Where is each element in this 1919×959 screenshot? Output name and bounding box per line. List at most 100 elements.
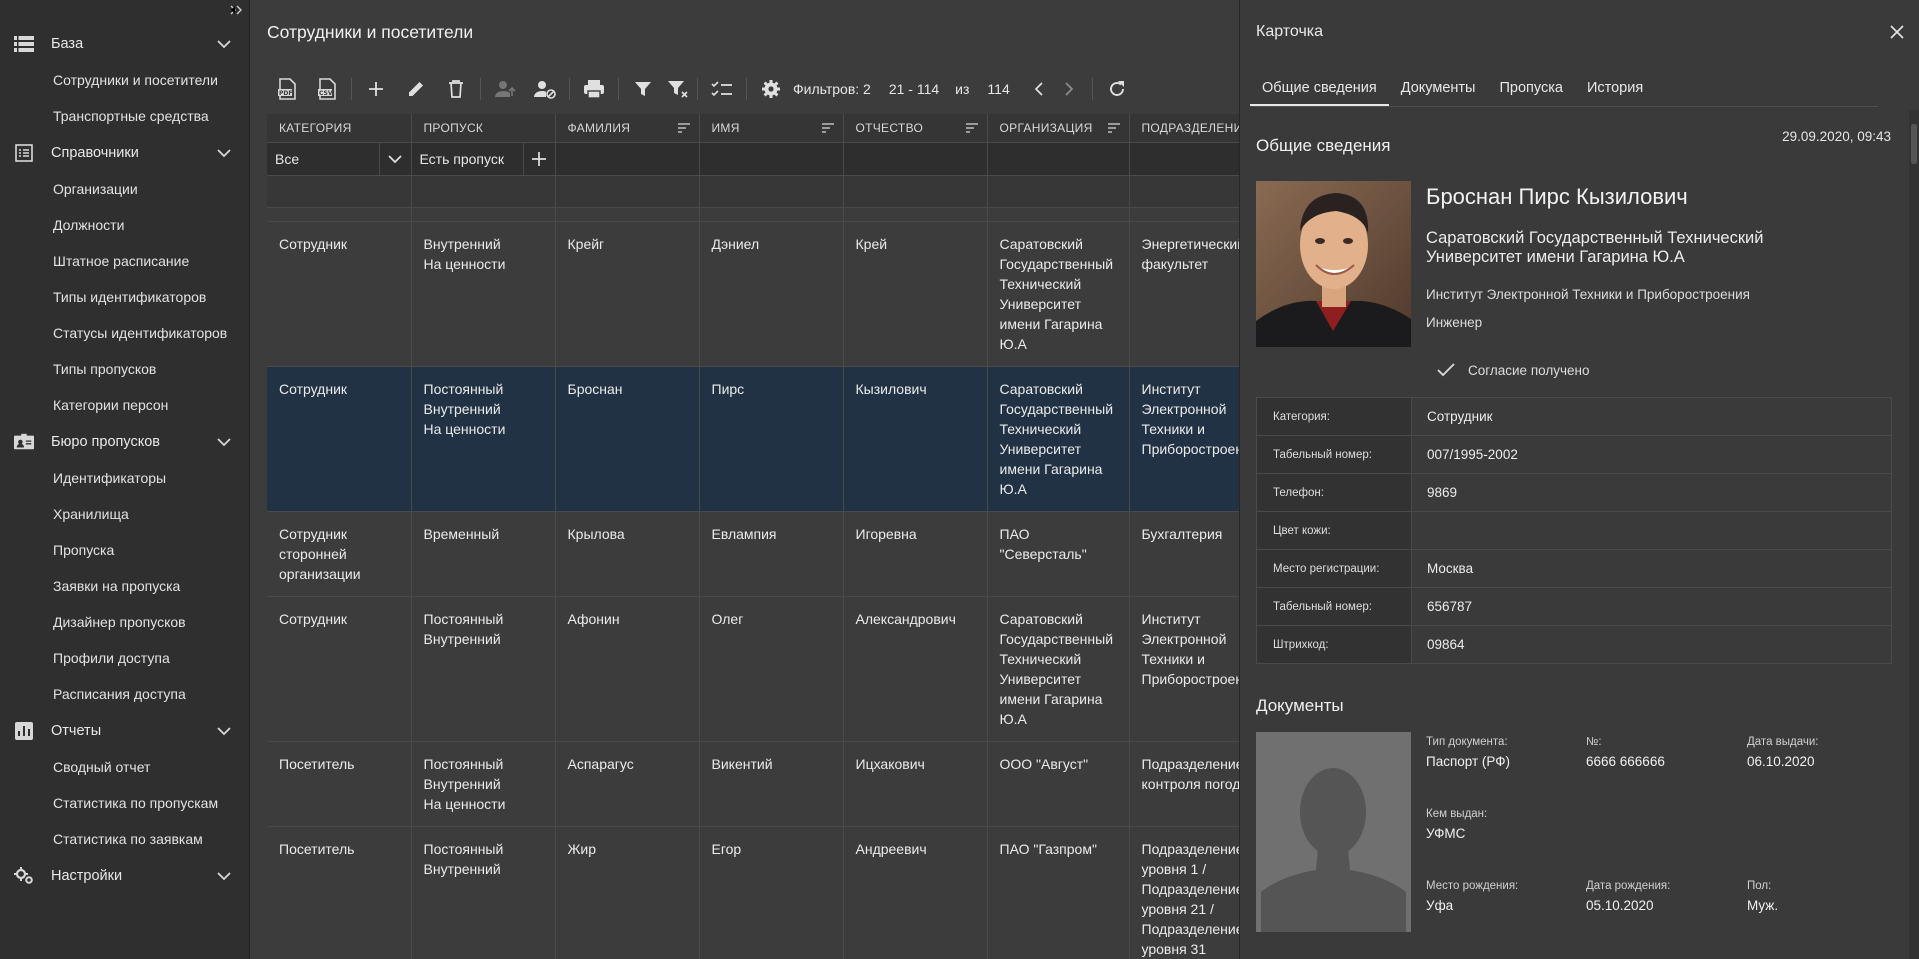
sort-icon[interactable] — [677, 122, 691, 134]
filter-pass-cell[interactable]: Есть пропуск — [411, 142, 556, 176]
collapse-sidebar-icon[interactable] — [229, 4, 243, 18]
cell-department: Институт Электронной Техники и Приборострое… — [1129, 596, 1239, 742]
table-row[interactable]: Сотрудник Постоянный Внутренний На ценност… — [267, 366, 1239, 512]
sidebar-item[interactable]: Профили доступа — [0, 640, 249, 676]
edit-button[interactable] — [396, 72, 436, 106]
filter-lastname-cell[interactable] — [555, 142, 700, 176]
person-properties-table: Категория: Сотрудник Табельный номер: 00… — [1256, 397, 1892, 664]
filter-category-dropdown[interactable] — [378, 142, 411, 174]
print-button[interactable] — [574, 72, 614, 106]
badge-icon — [14, 432, 34, 452]
table-row[interactable]: Сотрудник Постоянный Внутренний Афонин Ол… — [267, 596, 1239, 742]
filter-middlename-cell[interactable] — [843, 142, 988, 176]
column-header[interactable]: ОРГАНИЗАЦИЯ — [987, 114, 1130, 143]
table-row[interactable]: Посетитель Постоянный Внутренний Жир Егор… — [267, 826, 1239, 959]
sidebar-item[interactable]: Штатное расписание — [0, 243, 249, 279]
table-row[interactable]: Сотрудник Внутренний На ценности Крейг Дэ… — [267, 221, 1239, 367]
doc-issue-date-field: Дата выдачи: 06.10.2020 — [1747, 736, 1819, 769]
sidebar-item[interactable]: Типы пропусков — [0, 351, 249, 387]
prev-page-button[interactable] — [1024, 72, 1054, 106]
settings-button[interactable] — [751, 72, 791, 106]
sidebar-item[interactable]: Расписания доступа — [0, 676, 249, 712]
sidebar-item[interactable]: Организации — [0, 171, 249, 207]
general-section-heading: Общие сведения — [1256, 136, 1391, 155]
card-tab[interactable]: Документы — [1389, 72, 1488, 106]
sidebar-item[interactable]: Идентификаторы — [0, 460, 249, 496]
total-count: 114 — [987, 81, 1010, 97]
person-photo — [1256, 181, 1411, 347]
sidebar-item[interactable]: Должности — [0, 207, 249, 243]
sort-icon[interactable] — [821, 122, 835, 134]
property-value: 9869 — [1411, 473, 1892, 512]
property-key: Цвет кожи: — [1256, 511, 1412, 550]
tabs-divider — [1250, 106, 1878, 107]
person-silhouette-icon — [1256, 732, 1411, 932]
refresh-icon — [1109, 81, 1124, 96]
toolbar-divider — [569, 78, 570, 100]
filter-firstname-cell[interactable] — [699, 142, 844, 176]
sidebar-item[interactable]: Категории персон — [0, 387, 249, 423]
toolbar-divider — [618, 78, 619, 100]
sidebar-section-2[interactable]: Бюро пропусков — [0, 424, 249, 460]
export-csv-button[interactable]: CSV — [307, 72, 347, 106]
doc-sex-field: Пол: Муж. — [1747, 880, 1779, 913]
list-icon — [14, 34, 34, 54]
card-tab[interactable]: Общие сведения — [1250, 72, 1389, 106]
gear-icon — [762, 80, 780, 98]
sidebar-item[interactable]: Хранилища — [0, 496, 249, 532]
sidebar-item[interactable]: Типы идентификаторов — [0, 279, 249, 315]
sort-icon[interactable] — [1107, 122, 1121, 134]
sidebar-item[interactable]: Дизайнер пропусков — [0, 604, 249, 640]
column-header[interactable]: ПРОПУСК — [411, 114, 556, 143]
sidebar-item[interactable]: Статистика по заявкам — [0, 821, 249, 857]
filter-dept-cell[interactable] — [1129, 142, 1239, 176]
refresh-button[interactable] — [1097, 72, 1137, 106]
cell-department: Энергетический факультет — [1129, 221, 1239, 367]
property-row: Штрихкод: 09864 — [1256, 625, 1892, 664]
cell-category: Сотрудник — [267, 596, 412, 742]
column-header[interactable]: ИМЯ — [699, 114, 844, 143]
export-pdf-button[interactable]: PDF — [267, 72, 307, 106]
sidebar-section-label: База — [51, 36, 84, 52]
block-person-button[interactable] — [525, 72, 565, 106]
sidebar-section-1[interactable]: Справочники — [0, 135, 249, 171]
card-tab[interactable]: Пропуска — [1487, 72, 1574, 106]
sidebar-item[interactable]: Заявки на пропуска — [0, 568, 249, 604]
cell-category: Сотрудник — [267, 366, 412, 512]
delete-button[interactable] — [436, 72, 476, 106]
filter-button[interactable] — [623, 72, 663, 106]
filter-pass-value: Есть пропуск — [419, 150, 504, 167]
card-scrollbar[interactable] — [1909, 110, 1919, 959]
column-header[interactable]: КАТЕГОРИЯ — [267, 114, 412, 143]
next-page-button[interactable] — [1054, 72, 1084, 106]
assign-person-button[interactable] — [485, 72, 525, 106]
sidebar-item[interactable]: Сотрудники и посетители — [0, 62, 249, 98]
sidebar-item[interactable]: Пропуска — [0, 532, 249, 568]
table-row[interactable]: Посетитель Постоянный Внутренний На ценнос… — [267, 741, 1239, 827]
filter-category-cell[interactable]: Все — [267, 142, 412, 176]
sidebar-item[interactable]: Статусы идентификаторов — [0, 315, 249, 351]
settings-cogs-icon — [14, 866, 34, 886]
sidebar-section-0[interactable]: База — [0, 26, 249, 62]
filter-org-cell[interactable] — [987, 142, 1130, 176]
column-header[interactable]: ФАМИЛИЯ — [555, 114, 700, 143]
close-card-button[interactable] — [1887, 22, 1907, 42]
table-row[interactable]: Сотрудник сторонней организации Временный … — [267, 511, 1239, 597]
card-tab[interactable]: История — [1575, 72, 1655, 106]
sidebar-item[interactable]: Статистика по пропускам — [0, 785, 249, 821]
plus-icon — [369, 82, 383, 96]
clear-filter-button[interactable] — [663, 72, 693, 106]
sort-icon[interactable] — [965, 122, 979, 134]
add-button[interactable] — [356, 72, 396, 106]
sidebar-section-label: Отчеты — [51, 723, 102, 739]
sidebar-item[interactable]: Сводный отчет — [0, 749, 249, 785]
column-header[interactable]: ПОДРАЗДЕЛЕНИЕ — [1129, 114, 1239, 143]
sidebar-item[interactable]: Транспортные средства — [0, 98, 249, 134]
filter-pass-add-button[interactable] — [522, 142, 555, 174]
sidebar-section-4[interactable]: Настройки — [0, 858, 249, 894]
sidebar-section-3[interactable]: Отчеты — [0, 713, 249, 749]
multi-select-button[interactable] — [702, 72, 742, 106]
property-value — [1411, 511, 1892, 550]
chevron-down-icon — [388, 154, 402, 163]
column-header[interactable]: ОТЧЕСТВО — [843, 114, 988, 143]
